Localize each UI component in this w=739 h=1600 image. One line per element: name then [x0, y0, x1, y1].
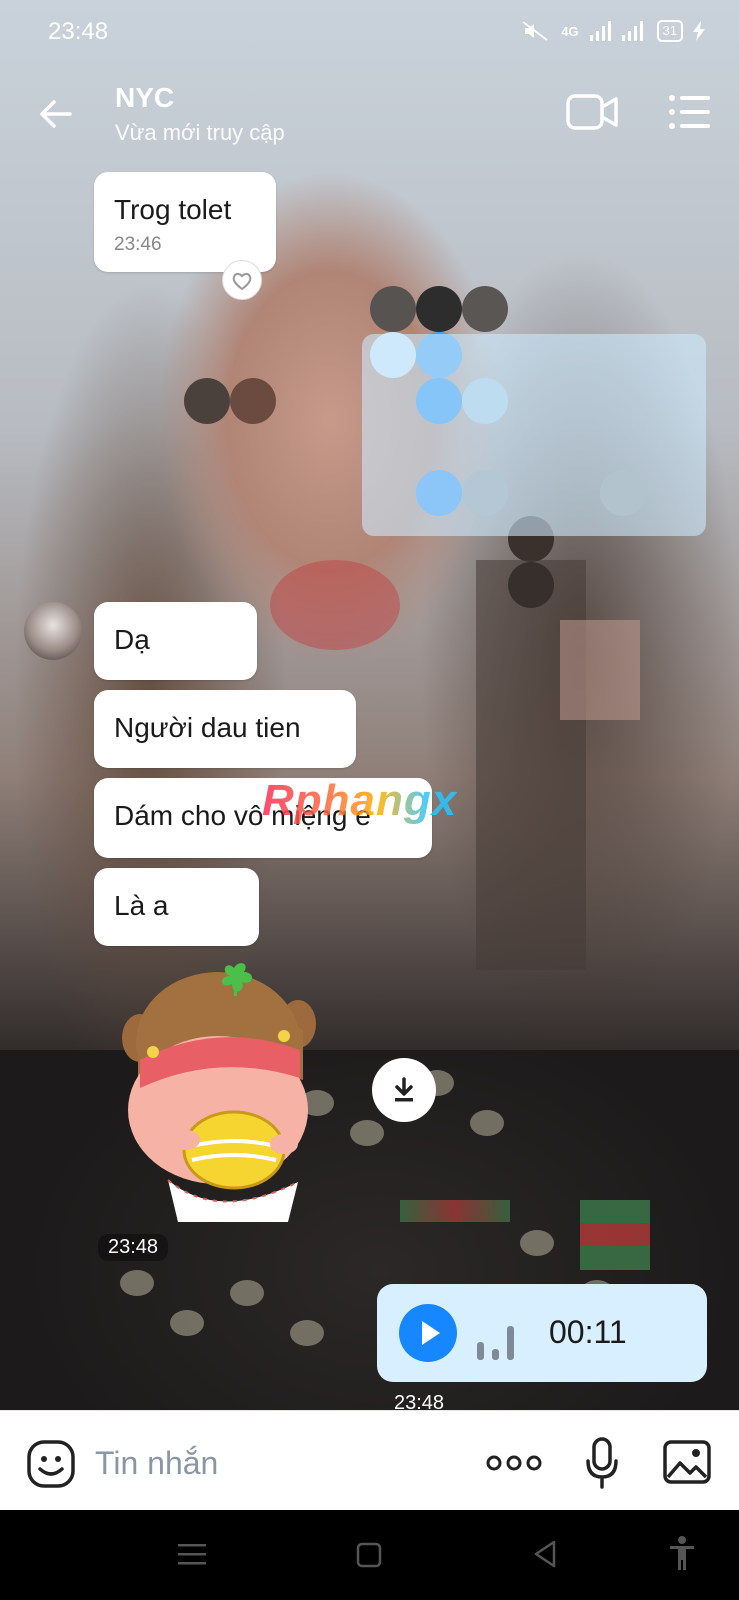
recent-apps-icon[interactable]: [178, 1542, 206, 1566]
menu-icon[interactable]: [668, 94, 712, 130]
message-text: Dạ: [114, 624, 150, 655]
message-bubble[interactable]: Trog tolet 23:46: [94, 172, 276, 272]
contact-name[interactable]: NYC: [115, 82, 174, 114]
avatar[interactable]: [24, 602, 82, 660]
signal-icon: [589, 21, 611, 41]
status-bar: 23:48 4G 31: [0, 0, 739, 64]
emoji-icon[interactable]: [26, 1439, 76, 1489]
charging-icon: [693, 21, 705, 41]
watermark: Rphangx: [262, 776, 458, 825]
voice-message[interactable]: 00:11: [377, 1284, 707, 1382]
download-button[interactable]: [372, 1058, 436, 1122]
voice-duration: 00:11: [549, 1314, 627, 1350]
message-time: 23:46: [114, 234, 162, 255]
heart-icon: [232, 272, 252, 291]
message-input[interactable]: Tin nhắn: [95, 1445, 218, 1482]
home-icon[interactable]: [356, 1542, 382, 1568]
back-nav-icon[interactable]: [532, 1540, 558, 1568]
mute-icon: [522, 21, 548, 41]
image-icon[interactable]: [662, 1439, 712, 1485]
message-text: Người dau tien: [114, 712, 301, 743]
play-button[interactable]: [399, 1304, 457, 1362]
clock: 23:48: [48, 18, 109, 45]
message-input-bar: Tin nhắn: [0, 1410, 739, 1511]
message-text: Là a: [114, 890, 169, 921]
microphone-icon[interactable]: [584, 1437, 620, 1489]
sticker[interactable]: [108, 960, 328, 1222]
waveform-icon: [477, 1326, 514, 1360]
sticker-time: 23:48: [98, 1234, 169, 1261]
battery-icon: 31: [656, 20, 683, 42]
play-icon: [422, 1321, 440, 1345]
chat-header: NYC Vừa mới truy cập: [0, 64, 739, 164]
video-call-icon[interactable]: [566, 92, 618, 132]
system-nav-bar: [0, 1510, 739, 1600]
signal-icon-2: [621, 21, 643, 41]
reaction-button[interactable]: [222, 260, 262, 300]
last-seen-status: Vừa mới truy cập: [115, 120, 285, 145]
download-icon: [395, 1077, 413, 1102]
more-options-icon[interactable]: [486, 1453, 542, 1473]
message-text: Trog tolet: [114, 194, 232, 225]
message-bubble[interactable]: Dạ: [94, 602, 257, 680]
back-arrow-icon[interactable]: [36, 94, 76, 134]
message-bubble[interactable]: Là a: [94, 868, 259, 946]
network-type: 4G: [561, 23, 579, 39]
message-bubble[interactable]: Người dau tien: [94, 690, 356, 768]
accessibility-icon[interactable]: [668, 1536, 696, 1572]
